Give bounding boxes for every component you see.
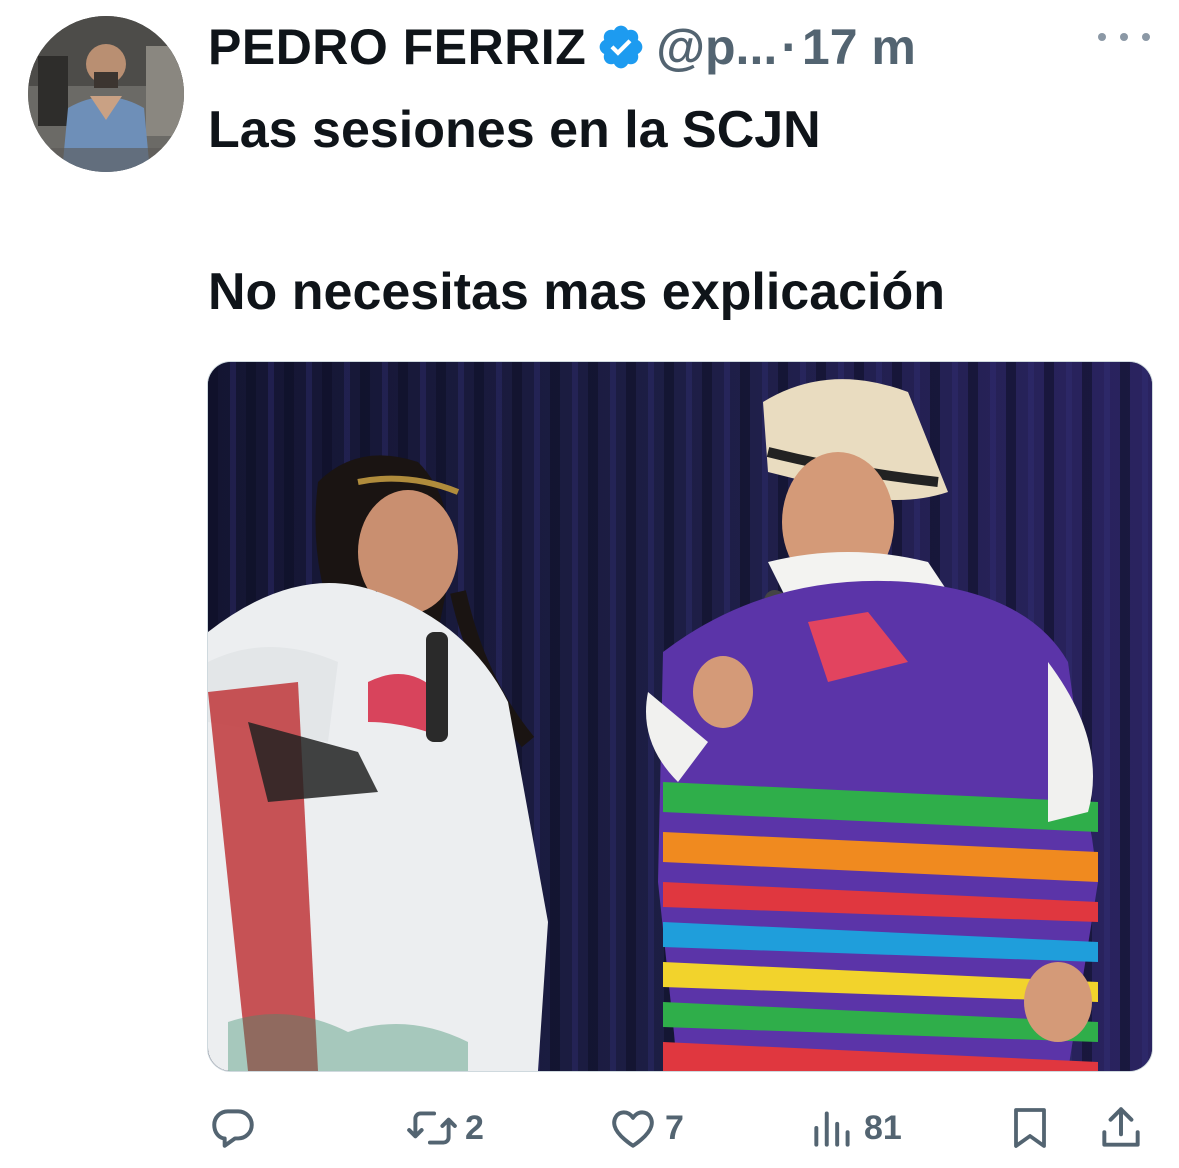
verified-badge-icon[interactable]	[596, 22, 646, 72]
views-button[interactable]: 81	[808, 1098, 902, 1158]
share-icon	[1102, 1107, 1140, 1147]
stage-photo	[208, 362, 1152, 1071]
bookmark-icon	[1014, 1108, 1046, 1148]
retweet-count: 2	[465, 1108, 484, 1147]
separator-dot: ·	[781, 19, 798, 75]
retweet-button[interactable]: 2	[405, 1098, 484, 1158]
like-count: 7	[665, 1108, 684, 1147]
more-dots-icon[interactable]	[1098, 22, 1150, 52]
avatar[interactable]	[28, 16, 184, 172]
views-chart-icon	[814, 1111, 850, 1147]
views-count: 81	[864, 1108, 902, 1147]
tweet-text-line-1: Las sesiones en la SCJN	[208, 101, 821, 159]
user-handle[interactable]: @p...	[656, 18, 777, 76]
tweet-actions: 2 7 81	[0, 1098, 1179, 1168]
tweet-media-image[interactable]	[207, 361, 1153, 1072]
avatar-image	[28, 16, 184, 172]
like-button[interactable]: 7	[607, 1098, 684, 1158]
reply-button[interactable]	[208, 1098, 264, 1158]
heart-icon	[612, 1110, 654, 1148]
tweet: PEDRO FERRIZ @p... · 17 m Las sesiones e…	[0, 0, 1179, 1166]
reply-icon	[212, 1109, 254, 1148]
retweet-icon	[407, 1111, 457, 1145]
share-button[interactable]	[1096, 1098, 1146, 1158]
tweet-header: PEDRO FERRIZ @p... · 17 m	[208, 14, 1158, 80]
display-name[interactable]: PEDRO FERRIZ	[208, 18, 586, 76]
tweet-text-line-2: No necesitas mas explicación	[208, 263, 946, 321]
timestamp[interactable]: 17 m	[802, 18, 916, 76]
bookmark-button[interactable]	[1006, 1098, 1054, 1158]
